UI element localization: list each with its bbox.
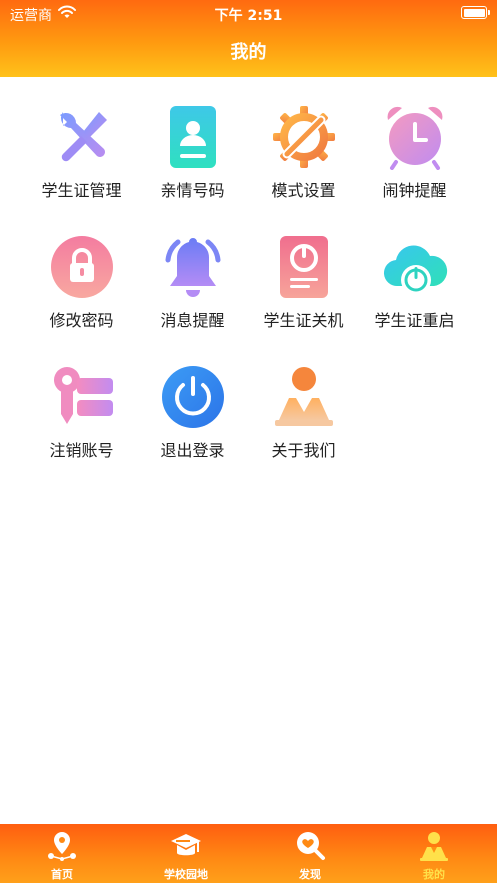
- menu-item-card-shutdown[interactable]: 学生证关机: [248, 226, 359, 336]
- contact-card-icon: [160, 104, 226, 170]
- menu-item-label: 模式设置: [271, 181, 336, 200]
- tab-home[interactable]: 首页: [0, 824, 124, 883]
- battery-icon: [461, 6, 490, 19]
- tab-label: 首页: [51, 868, 73, 881]
- device-power-icon: [271, 234, 337, 300]
- menu-item-card-restart[interactable]: 学生证重启: [359, 226, 470, 336]
- cloud-power-icon: [382, 234, 448, 300]
- menu-item-student-card-management[interactable]: 学生证管理: [26, 96, 137, 206]
- menu-item-label: 关于我们: [271, 441, 336, 460]
- lock-icon: [49, 234, 115, 300]
- menu-item-label: 学生证重启: [374, 311, 455, 330]
- graduation-cap-icon: [170, 830, 202, 862]
- tab-label: 学校园地: [164, 868, 208, 881]
- status-bar: 运营商 下午 2:51: [0, 0, 497, 26]
- alarm-clock-icon: [382, 104, 448, 170]
- power-icon: [160, 364, 226, 430]
- bell-icon: [160, 234, 226, 300]
- header: 运营商 下午 2:51 我的: [0, 0, 497, 77]
- menu-item-about-us[interactable]: 关于我们: [248, 356, 359, 466]
- tab-school-garden[interactable]: 学校园地: [124, 824, 248, 883]
- menu-item-deregister-account[interactable]: 注销账号: [26, 356, 137, 466]
- key-icon: [49, 364, 115, 430]
- menu-item-change-password[interactable]: 修改密码: [26, 226, 137, 336]
- profile-icon: [418, 830, 450, 862]
- tools-icon: [49, 104, 115, 170]
- menu-item-mode-settings[interactable]: 模式设置: [248, 96, 359, 206]
- menu-item-label: 学生证关机: [263, 311, 344, 330]
- clock: 下午 2:51: [214, 8, 283, 24]
- gear-wrench-icon: [271, 104, 337, 170]
- menu-item-label: 注销账号: [49, 441, 114, 460]
- menu-item-label: 修改密码: [49, 311, 114, 330]
- menu-item-label: 消息提醒: [160, 311, 225, 330]
- tab-bar: 首页 学校园地 发现 我的: [0, 824, 497, 883]
- menu-item-logout[interactable]: 退出登录: [137, 356, 248, 466]
- menu-item-label: 学生证管理: [41, 181, 122, 200]
- menu-item-alarm-reminder[interactable]: 闹钟提醒: [359, 96, 470, 206]
- menu-item-label: 退出登录: [160, 441, 225, 460]
- tab-mine[interactable]: 我的: [372, 824, 496, 883]
- page-title: 我的: [230, 42, 267, 63]
- menu-item-label: 亲情号码: [160, 181, 225, 200]
- person-icon: [271, 364, 337, 430]
- tab-label: 我的: [423, 868, 445, 881]
- menu-item-label: 闹钟提醒: [382, 181, 447, 200]
- heart-search-icon: [294, 830, 326, 862]
- menu-item-family-numbers[interactable]: 亲情号码: [137, 96, 248, 206]
- menu-item-message-reminder[interactable]: 消息提醒: [137, 226, 248, 336]
- tab-discover[interactable]: 发现: [248, 824, 372, 883]
- location-pin-icon: [46, 830, 78, 862]
- tab-label: 发现: [299, 868, 321, 881]
